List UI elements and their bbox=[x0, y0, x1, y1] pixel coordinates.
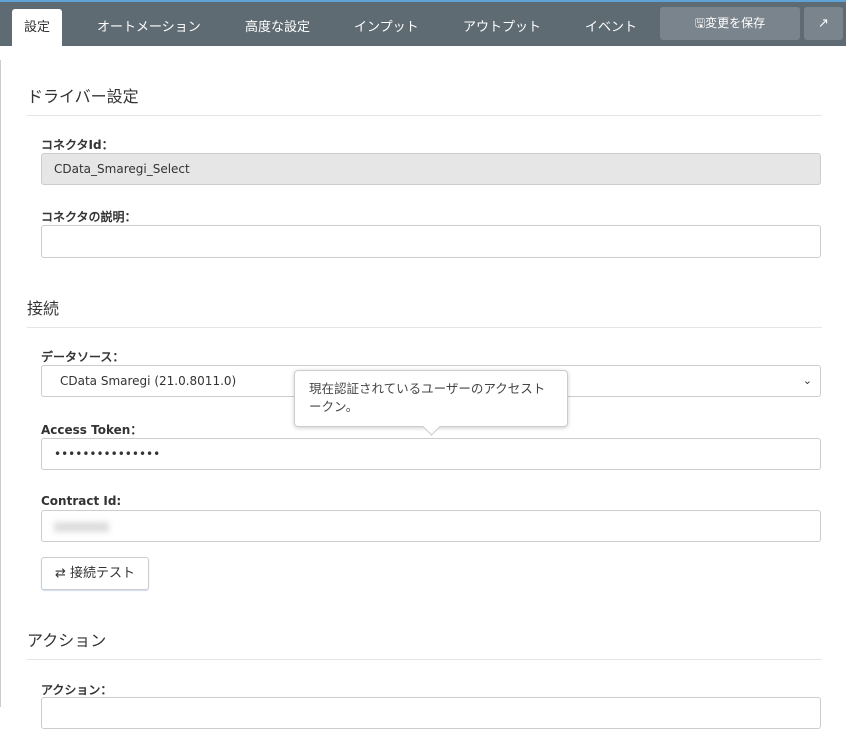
redacted-value bbox=[54, 521, 109, 532]
section-connection: 接続 bbox=[27, 295, 822, 328]
connector-id-field[interactable]: CData_Smaregi_Select bbox=[41, 153, 821, 185]
chevron-down-icon: ⌄ bbox=[802, 374, 812, 387]
save-changes-button[interactable]: 🖫変更を保存 bbox=[660, 7, 800, 40]
contract-id-label: Contract Id: bbox=[41, 494, 122, 508]
section-action: アクション bbox=[27, 627, 822, 660]
connector-desc-label: コネクタの説明： bbox=[41, 210, 137, 224]
tab-advanced[interactable]: 高度な設定 bbox=[245, 9, 310, 46]
contract-id-field[interactable] bbox=[41, 510, 821, 542]
access-token-field[interactable]: ••••••••••••••• bbox=[41, 438, 821, 470]
external-link-icon: ↗ bbox=[818, 16, 829, 31]
open-external-button[interactable]: ↗ bbox=[804, 7, 843, 40]
tab-output[interactable]: アウトプット bbox=[463, 9, 541, 46]
section-driver-settings: ドライバー設定 bbox=[27, 83, 822, 116]
tab-input[interactable]: インプット bbox=[354, 9, 419, 46]
connector-id-label: コネクタId： bbox=[41, 138, 114, 152]
left-border bbox=[0, 60, 1, 707]
action-label: アクション： bbox=[41, 683, 113, 697]
access-token-label: Access Token： bbox=[41, 423, 143, 437]
tooltip: 現在認証されているユーザーのアクセストークン。 bbox=[294, 370, 568, 427]
tab-settings[interactable]: 設定 bbox=[12, 9, 63, 46]
connector-desc-textarea[interactable] bbox=[41, 225, 821, 258]
datasource-label: データソース： bbox=[41, 350, 125, 364]
tab-events[interactable]: イベント bbox=[585, 9, 637, 46]
save-icon: 🖫 bbox=[694, 16, 706, 30]
tab-bar: 設定 オートメーション 高度な設定 インプット アウトプット イベント 🖫変更を… bbox=[0, 2, 846, 46]
tab-automation[interactable]: オートメーション bbox=[97, 9, 201, 46]
action-select[interactable] bbox=[41, 697, 821, 729]
swap-arrows-icon: ⇄ bbox=[54, 566, 66, 581]
test-connection-button[interactable]: ⇄ 接続テスト bbox=[41, 557, 149, 590]
